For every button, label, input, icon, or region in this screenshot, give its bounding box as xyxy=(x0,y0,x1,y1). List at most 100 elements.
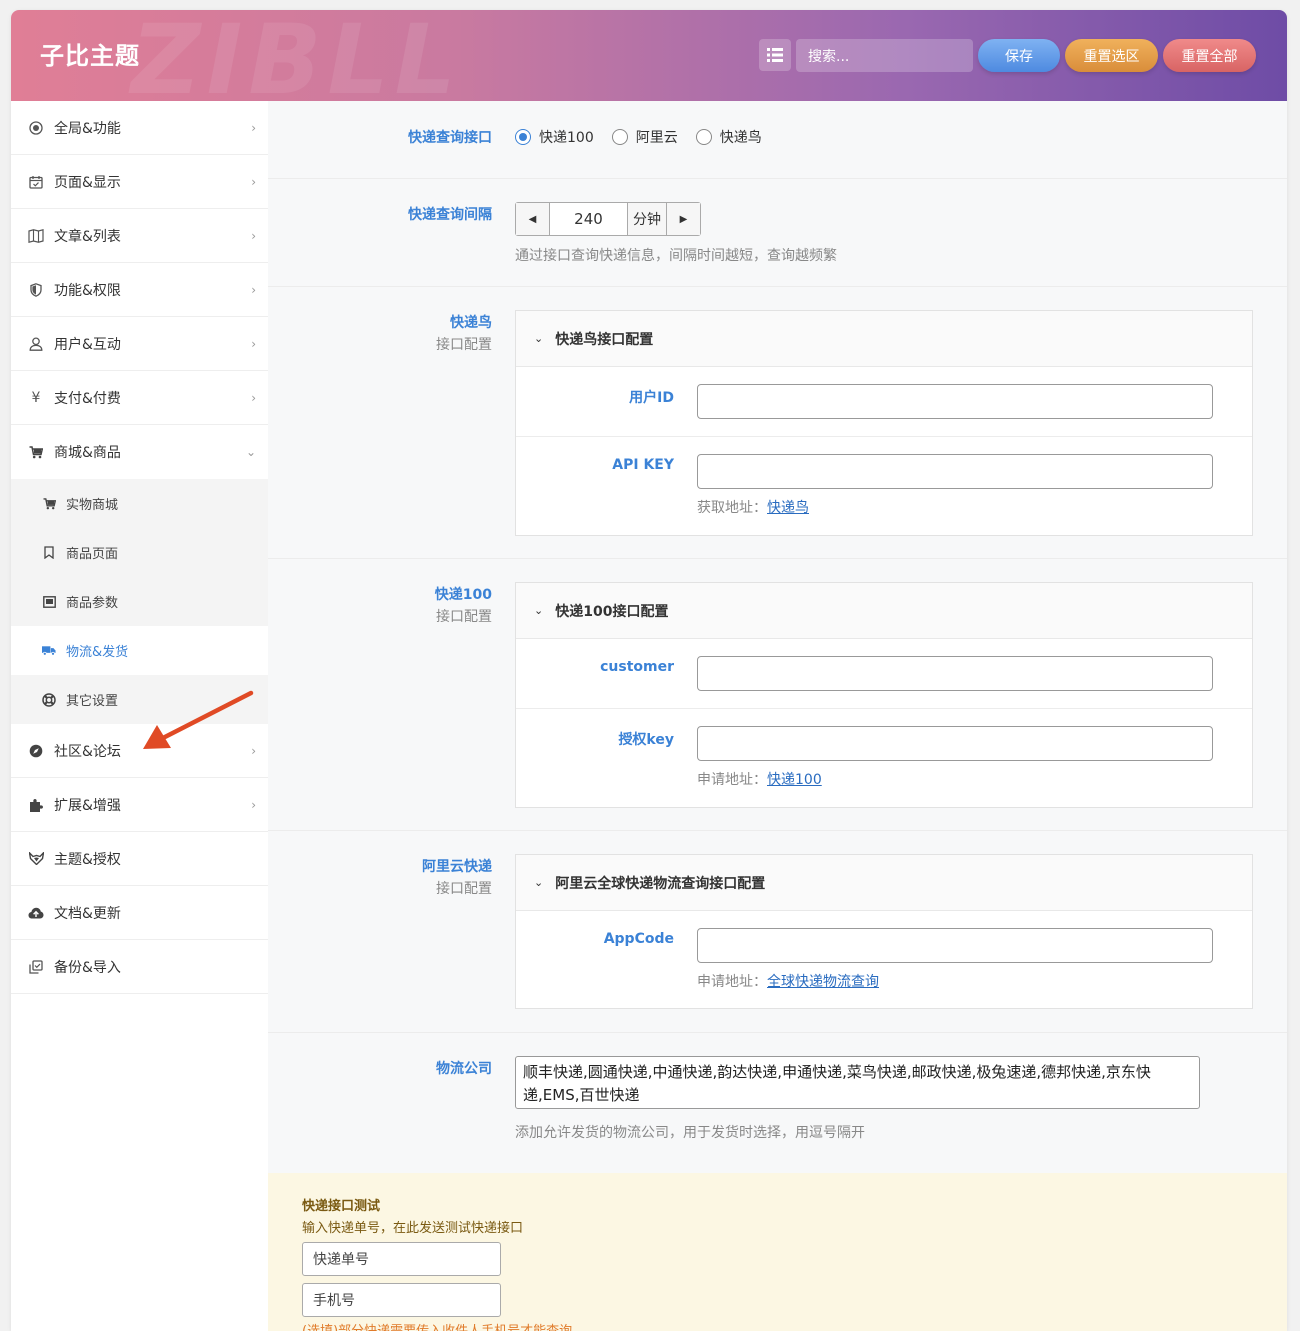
aliyun-label: 阿里云快递 xyxy=(422,859,492,875)
panel-icon xyxy=(42,595,56,609)
field-label: customer xyxy=(600,659,674,675)
kd100-customer-field: customer xyxy=(516,639,1252,709)
api-test-panel: 快递接口测试 输入快递单号，在此发送测试快递接口 快递单号 手机号 (选填)部分… xyxy=(268,1173,1287,1331)
reset-all-button[interactable]: 重置全部 xyxy=(1163,39,1256,72)
interval-help: 通过接口查询快递信息，间隔时间越短，查询越频繁 xyxy=(515,248,837,264)
sidebar-item-global[interactable]: 全局&功能 › xyxy=(11,101,268,155)
sub-item-product-page[interactable]: 商品页面 xyxy=(11,528,268,577)
sidebar-item-page[interactable]: 页面&显示 › xyxy=(11,155,268,209)
kdniao-sublabel: 接口配置 xyxy=(436,337,492,353)
kdniao-userid-field: 用户ID xyxy=(516,367,1252,437)
companies-textarea[interactable]: 顺丰快递,圆通快递,中通快递,韵达快递,申通快递,菜鸟快递,邮政快递,极兔速递,… xyxy=(515,1056,1200,1109)
api-label: 快递查询接口 xyxy=(408,130,492,146)
chevron-right-icon: › xyxy=(251,120,256,135)
sidebar-item-label: 社区&论坛 xyxy=(54,743,121,760)
sidebar-item-docs[interactable]: 文档&更新 xyxy=(11,886,268,940)
interval-value[interactable]: 240 xyxy=(549,203,628,235)
help-prefix: 申请地址： xyxy=(697,772,767,788)
kdniao-link[interactable]: 快递鸟 xyxy=(767,500,809,516)
sidebar-item-label: 支付&付费 xyxy=(54,390,121,407)
chevron-down-icon: ⌄ xyxy=(534,876,544,889)
sidebar-item-shop[interactable]: 商城&商品 ⌄ xyxy=(11,425,268,479)
decrement-button[interactable]: ◀ xyxy=(516,203,549,235)
radio-unchecked-icon xyxy=(695,129,712,145)
sidebar-item-extension[interactable]: 扩展&增强 › xyxy=(11,778,268,832)
aliyun-row: 阿里云快递 接口配置 ⌄ 阿里云全球快递物流查询接口配置 AppCode 申请地址… xyxy=(268,831,1287,1033)
kd100-key-input[interactable] xyxy=(697,726,1213,761)
puzzle-icon xyxy=(28,797,44,813)
menu-toggle-button[interactable] xyxy=(759,39,791,71)
sidebar-item-label: 主题&授权 xyxy=(54,851,121,868)
sidebar-item-label: 功能&权限 xyxy=(54,282,121,299)
aliyun-appcode-field: AppCode 申请地址：全球快递物流查询 xyxy=(516,911,1252,1008)
kd100-help: 申请地址：快递100 xyxy=(697,769,822,789)
aliyun-sublabel: 接口配置 xyxy=(436,881,492,897)
cart-icon xyxy=(28,444,44,460)
sidebar-item-label: 用户&互动 xyxy=(54,336,121,353)
phone-input[interactable]: 手机号 xyxy=(302,1283,501,1317)
sidebar-item-backup[interactable]: 备份&导入 xyxy=(11,940,268,994)
kd100-box-header[interactable]: ⌄ 快递100接口配置 xyxy=(516,583,1252,639)
sidebar-item-label: 文档&更新 xyxy=(54,905,121,922)
kd100-label: 快递100 xyxy=(434,587,492,603)
interval-label: 快递查询间隔 xyxy=(408,207,492,223)
chevron-down-icon: ⌄ xyxy=(534,332,544,345)
sidebar-item-label: 备份&导入 xyxy=(54,959,121,976)
box-title: 快递100接口配置 xyxy=(555,603,669,620)
kdniao-row: 快递鸟 接口配置 ⌄ 快递鸟接口配置 用户ID API KEY 获取地址：快递鸟 xyxy=(268,287,1287,559)
sub-item-physical-shop[interactable]: 实物商城 xyxy=(11,479,268,528)
sub-item-product-params[interactable]: 商品参数 xyxy=(11,577,268,626)
box-title: 阿里云全球快递物流查询接口配置 xyxy=(555,875,766,892)
sub-item-label: 其它设置 xyxy=(66,694,119,709)
sidebar-item-user[interactable]: 用户&互动 › xyxy=(11,317,268,371)
sidebar-item-theme-license[interactable]: 主题&授权 xyxy=(11,832,268,886)
companies-label: 物流公司 xyxy=(436,1061,492,1077)
aliyun-appcode-input[interactable] xyxy=(697,928,1213,963)
aliyun-box: ⌄ 阿里云全球快递物流查询接口配置 AppCode 申请地址：全球快递物流查询 xyxy=(515,854,1253,1009)
radio-aliyun[interactable]: 阿里云 xyxy=(611,127,678,147)
kd100-customer-input[interactable] xyxy=(697,656,1213,691)
radio-kd100[interactable]: 快递100 xyxy=(515,127,594,147)
field-label: 授权key xyxy=(618,732,674,748)
kdniao-apikey-input[interactable] xyxy=(697,454,1213,489)
companies-help: 添加允许发货的物流公司，用于发货时选择，用逗号隔开 xyxy=(515,1125,865,1141)
sidebar-item-permission[interactable]: 功能&权限 › xyxy=(11,263,268,317)
sub-item-logistics[interactable]: 物流&发货 xyxy=(11,626,268,675)
reset-section-button[interactable]: 重置选区 xyxy=(1065,39,1158,72)
radio-checked-icon xyxy=(515,129,531,145)
chevron-down-icon: ⌄ xyxy=(534,604,544,617)
bookmark-icon xyxy=(42,546,56,560)
aliyun-help: 申请地址：全球快递物流查询 xyxy=(697,971,879,991)
sub-item-label: 物流&发货 xyxy=(66,645,129,660)
api-row: 快递查询接口 快递100 阿里云 快递鸟 xyxy=(268,101,1287,179)
settings-content: 快递查询接口 快递100 阿里云 快递鸟 快递查询间隔 ◀ 240 分钟 ▶ 通… xyxy=(268,101,1287,1331)
test-note: (选填)部分快递需要传入收件人手机号才能查询 xyxy=(302,1320,572,1331)
search-input[interactable]: 搜索... xyxy=(796,39,973,72)
aliyun-link[interactable]: 全球快递物流查询 xyxy=(767,974,879,990)
box-title: 快递鸟接口配置 xyxy=(555,331,654,348)
chevron-right-icon: › xyxy=(251,174,256,189)
sub-item-label: 实物商城 xyxy=(66,498,119,513)
kdniao-box: ⌄ 快递鸟接口配置 用户ID API KEY 获取地址：快递鸟 xyxy=(515,310,1253,536)
kd100-row: 快递100 接口配置 ⌄ 快递100接口配置 customer 授权key 申请地… xyxy=(268,559,1287,831)
save-button[interactable]: 保存 xyxy=(978,39,1060,72)
increment-button[interactable]: ▶ xyxy=(667,203,700,235)
kdniao-box-header[interactable]: ⌄ 快递鸟接口配置 xyxy=(516,311,1252,367)
help-prefix: 申请地址： xyxy=(697,974,767,990)
tracking-number-input[interactable]: 快递单号 xyxy=(302,1242,501,1276)
sidebar-item-article[interactable]: 文章&列表 › xyxy=(11,209,268,263)
sidebar-item-payment[interactable]: ¥ 支付&付费 › xyxy=(11,371,268,425)
field-label: AppCode xyxy=(603,931,674,947)
radio-kdniao[interactable]: 快递鸟 xyxy=(695,127,762,147)
kdniao-userid-input[interactable] xyxy=(697,384,1213,419)
aliyun-box-header[interactable]: ⌄ 阿里云全球快递物流查询接口配置 xyxy=(516,855,1252,911)
chevron-down-icon: ⌄ xyxy=(245,445,256,459)
radio-label: 阿里云 xyxy=(635,130,678,146)
radio-label: 快递鸟 xyxy=(719,130,762,146)
chevron-right-icon: › xyxy=(251,390,256,405)
interval-unit: 分钟 xyxy=(628,203,667,235)
test-title: 快递接口测试 xyxy=(302,1199,381,1214)
kdniao-label: 快递鸟 xyxy=(450,315,492,331)
kd100-link[interactable]: 快递100 xyxy=(767,772,822,788)
chevron-right-icon: › xyxy=(251,797,256,812)
